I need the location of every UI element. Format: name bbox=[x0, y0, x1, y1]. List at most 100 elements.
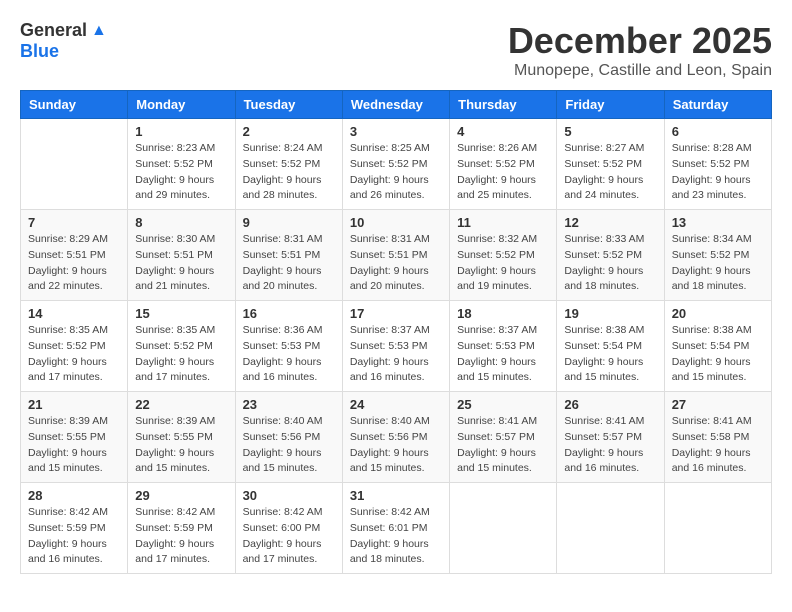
day-number: 9 bbox=[243, 215, 335, 230]
calendar-table: SundayMondayTuesdayWednesdayThursdayFrid… bbox=[20, 90, 772, 574]
day-number: 25 bbox=[457, 397, 549, 412]
calendar-cell: 28Sunrise: 8:42 AM Sunset: 5:59 PM Dayli… bbox=[21, 483, 128, 574]
calendar-week-row: 7 Sunrise: 8:29 AM Sunset: 5:51 PM Daylig… bbox=[21, 210, 772, 301]
day-number: 21 bbox=[28, 397, 120, 412]
day-info: Sunrise: 8:39 AM Sunset: 5:55 PM Dayligh… bbox=[135, 414, 227, 477]
day-number: 27 bbox=[672, 397, 764, 412]
day-number: 1 bbox=[135, 124, 227, 139]
day-info: Sunrise: 8:30 AM Sunset: 5:51 PM Dayligh… bbox=[135, 232, 227, 295]
calendar-cell: 5Sunrise: 8:27 AM Sunset: 5:52 PM Daylig… bbox=[557, 119, 664, 210]
day-info: Sunrise: 8:35 AM Sunset: 5:52 PM Dayligh… bbox=[28, 323, 120, 386]
calendar-cell: 7 Sunrise: 8:29 AM Sunset: 5:51 PM Daylig… bbox=[21, 210, 128, 301]
day-header-thursday: Thursday bbox=[450, 91, 557, 119]
calendar-cell: 20 Sunrise: 8:38 AM Sunset: 5:54 PM Dayli… bbox=[664, 301, 771, 392]
calendar-cell bbox=[557, 483, 664, 574]
day-info: Sunrise: 8:25 AM Sunset: 5:52 PM Dayligh… bbox=[350, 141, 442, 204]
day-info: Sunrise: 8:42 AM Sunset: 6:00 PM Dayligh… bbox=[243, 505, 335, 568]
day-info: Sunrise: 8:36 AM Sunset: 5:53 PM Dayligh… bbox=[243, 323, 335, 386]
day-header-monday: Monday bbox=[128, 91, 235, 119]
day-header-wednesday: Wednesday bbox=[342, 91, 449, 119]
day-number: 13 bbox=[672, 215, 764, 230]
day-number: 30 bbox=[243, 488, 335, 503]
calendar-cell: 26Sunrise: 8:41 AM Sunset: 5:57 PM Dayli… bbox=[557, 392, 664, 483]
logo: General ▲ Blue bbox=[20, 20, 107, 62]
day-info: Sunrise: 8:39 AM Sunset: 5:55 PM Dayligh… bbox=[28, 414, 120, 477]
calendar-cell: 25 Sunrise: 8:41 AM Sunset: 5:57 PM Dayli… bbox=[450, 392, 557, 483]
day-number: 2 bbox=[243, 124, 335, 139]
day-info: Sunrise: 8:27 AM Sunset: 5:52 PM Dayligh… bbox=[564, 141, 656, 204]
calendar-cell: 11 Sunrise: 8:32 AM Sunset: 5:52 PM Dayli… bbox=[450, 210, 557, 301]
day-info: Sunrise: 8:37 AM Sunset: 5:53 PM Dayligh… bbox=[350, 323, 442, 386]
day-number: 6 bbox=[672, 124, 764, 139]
page-header: General ▲ Blue December 2025 Munopepe, C… bbox=[20, 20, 772, 80]
calendar-cell: 13 Sunrise: 8:34 AM Sunset: 5:52 PM Dayli… bbox=[664, 210, 771, 301]
day-number: 29 bbox=[135, 488, 227, 503]
day-number: 19 bbox=[564, 306, 656, 321]
day-info: Sunrise: 8:33 AM Sunset: 5:52 PM Dayligh… bbox=[564, 232, 656, 295]
day-number: 10 bbox=[350, 215, 442, 230]
logo-blue-text: Blue bbox=[20, 41, 59, 62]
calendar-cell: 14 Sunrise: 8:35 AM Sunset: 5:52 PM Dayli… bbox=[21, 301, 128, 392]
day-info: Sunrise: 8:42 AM Sunset: 5:59 PM Dayligh… bbox=[28, 505, 120, 568]
day-info: Sunrise: 8:31 AM Sunset: 5:51 PM Dayligh… bbox=[350, 232, 442, 295]
title-section: December 2025 Munopepe, Castille and Leo… bbox=[508, 20, 772, 80]
day-number: 26 bbox=[564, 397, 656, 412]
calendar-cell: 4 Sunrise: 8:26 AM Sunset: 5:52 PM Daylig… bbox=[450, 119, 557, 210]
calendar-week-row: 28Sunrise: 8:42 AM Sunset: 5:59 PM Dayli… bbox=[21, 483, 772, 574]
calendar-cell: 23 Sunrise: 8:40 AM Sunset: 5:56 PM Dayli… bbox=[235, 392, 342, 483]
logo-bird-icon: ▲ bbox=[91, 22, 107, 40]
day-info: Sunrise: 8:40 AM Sunset: 5:56 PM Dayligh… bbox=[243, 414, 335, 477]
day-number: 16 bbox=[243, 306, 335, 321]
calendar-cell: 9 Sunrise: 8:31 AM Sunset: 5:51 PM Daylig… bbox=[235, 210, 342, 301]
day-number: 20 bbox=[672, 306, 764, 321]
calendar-cell: 17 Sunrise: 8:37 AM Sunset: 5:53 PM Dayli… bbox=[342, 301, 449, 392]
day-number: 14 bbox=[28, 306, 120, 321]
calendar-week-row: 21 Sunrise: 8:39 AM Sunset: 5:55 PM Dayli… bbox=[21, 392, 772, 483]
day-number: 22 bbox=[135, 397, 227, 412]
calendar-cell: 6Sunrise: 8:28 AM Sunset: 5:52 PM Daylig… bbox=[664, 119, 771, 210]
calendar-cell: 1Sunrise: 8:23 AM Sunset: 5:52 PM Daylig… bbox=[128, 119, 235, 210]
calendar-cell bbox=[664, 483, 771, 574]
calendar-cell: 3Sunrise: 8:25 AM Sunset: 5:52 PM Daylig… bbox=[342, 119, 449, 210]
day-header-sunday: Sunday bbox=[21, 91, 128, 119]
calendar-cell: 19 Sunrise: 8:38 AM Sunset: 5:54 PM Dayli… bbox=[557, 301, 664, 392]
calendar-cell: 18Sunrise: 8:37 AM Sunset: 5:53 PM Dayli… bbox=[450, 301, 557, 392]
calendar-cell: 10 Sunrise: 8:31 AM Sunset: 5:51 PM Dayli… bbox=[342, 210, 449, 301]
day-info: Sunrise: 8:35 AM Sunset: 5:52 PM Dayligh… bbox=[135, 323, 227, 386]
day-info: Sunrise: 8:38 AM Sunset: 5:54 PM Dayligh… bbox=[672, 323, 764, 386]
calendar-cell: 31Sunrise: 8:42 AM Sunset: 6:01 PM Dayli… bbox=[342, 483, 449, 574]
calendar-cell: 29Sunrise: 8:42 AM Sunset: 5:59 PM Dayli… bbox=[128, 483, 235, 574]
day-info: Sunrise: 8:31 AM Sunset: 5:51 PM Dayligh… bbox=[243, 232, 335, 295]
calendar-cell: 16 Sunrise: 8:36 AM Sunset: 5:53 PM Dayli… bbox=[235, 301, 342, 392]
calendar-header-row: SundayMondayTuesdayWednesdayThursdayFrid… bbox=[21, 91, 772, 119]
day-number: 17 bbox=[350, 306, 442, 321]
calendar-cell bbox=[21, 119, 128, 210]
day-number: 24 bbox=[350, 397, 442, 412]
day-number: 18 bbox=[457, 306, 549, 321]
day-number: 4 bbox=[457, 124, 549, 139]
calendar-cell: 8 Sunrise: 8:30 AM Sunset: 5:51 PM Daylig… bbox=[128, 210, 235, 301]
day-number: 7 bbox=[28, 215, 120, 230]
day-info: Sunrise: 8:41 AM Sunset: 5:57 PM Dayligh… bbox=[457, 414, 549, 477]
month-title: December 2025 bbox=[508, 20, 772, 62]
calendar-cell: 21 Sunrise: 8:39 AM Sunset: 5:55 PM Dayli… bbox=[21, 392, 128, 483]
day-info: Sunrise: 8:24 AM Sunset: 5:52 PM Dayligh… bbox=[243, 141, 335, 204]
calendar-week-row: 14 Sunrise: 8:35 AM Sunset: 5:52 PM Dayli… bbox=[21, 301, 772, 392]
day-number: 8 bbox=[135, 215, 227, 230]
day-info: Sunrise: 8:34 AM Sunset: 5:52 PM Dayligh… bbox=[672, 232, 764, 295]
location-title: Munopepe, Castille and Leon, Spain bbox=[508, 62, 772, 80]
day-info: Sunrise: 8:42 AM Sunset: 6:01 PM Dayligh… bbox=[350, 505, 442, 568]
day-info: Sunrise: 8:29 AM Sunset: 5:51 PM Dayligh… bbox=[28, 232, 120, 295]
day-info: Sunrise: 8:40 AM Sunset: 5:56 PM Dayligh… bbox=[350, 414, 442, 477]
day-number: 12 bbox=[564, 215, 656, 230]
day-info: Sunrise: 8:26 AM Sunset: 5:52 PM Dayligh… bbox=[457, 141, 549, 204]
day-number: 23 bbox=[243, 397, 335, 412]
calendar-week-row: 1Sunrise: 8:23 AM Sunset: 5:52 PM Daylig… bbox=[21, 119, 772, 210]
day-info: Sunrise: 8:32 AM Sunset: 5:52 PM Dayligh… bbox=[457, 232, 549, 295]
logo-general-text: General bbox=[20, 20, 87, 41]
day-number: 11 bbox=[457, 215, 549, 230]
day-info: Sunrise: 8:41 AM Sunset: 5:58 PM Dayligh… bbox=[672, 414, 764, 477]
calendar-cell bbox=[450, 483, 557, 574]
day-info: Sunrise: 8:38 AM Sunset: 5:54 PM Dayligh… bbox=[564, 323, 656, 386]
day-header-friday: Friday bbox=[557, 91, 664, 119]
